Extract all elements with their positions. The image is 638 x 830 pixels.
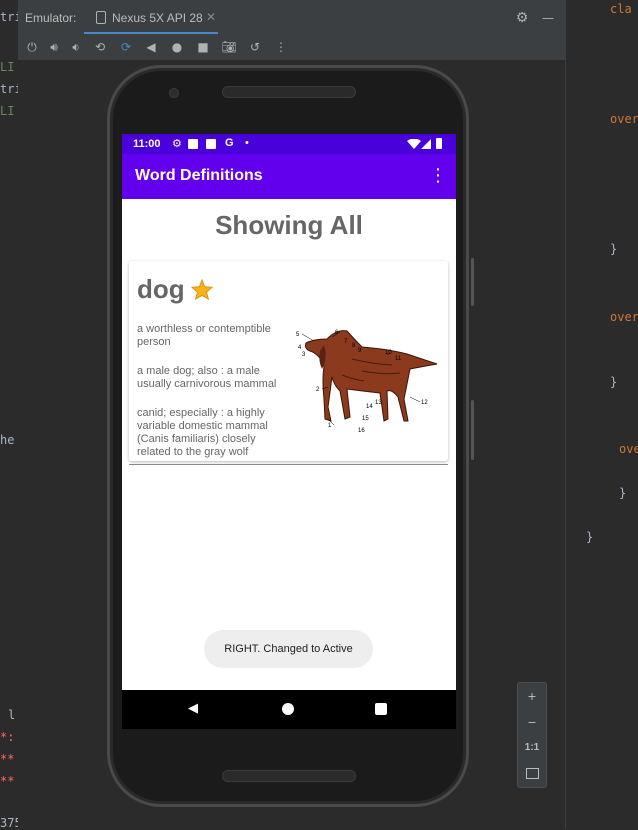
code-fragment: he (0, 433, 15, 447)
power-icon[interactable]: ⏻ (24, 39, 40, 55)
page-heading: Showing All (215, 210, 363, 240)
zoom-fit-icon[interactable] (518, 761, 546, 787)
device-screen[interactable]: 11:00 ⚙ G • Word Definitions ⋮ Showing A… (122, 134, 456, 729)
device-tab-label: Nexus 5X API 28 (112, 11, 203, 25)
image-label: 12 (421, 400, 428, 406)
gear-icon[interactable]: ⚙ (514, 10, 530, 26)
image-label: 15 (362, 416, 369, 422)
volume-down-icon[interactable]: 🔉︎ (68, 39, 84, 55)
code-fragment: over (610, 310, 638, 324)
zoom-out-button[interactable]: − (518, 709, 546, 735)
image-label: 5 (296, 332, 300, 338)
console-line: l (8, 708, 16, 722)
front-camera (169, 88, 179, 98)
code-fragment: } (610, 375, 618, 389)
code-fragment: LI (0, 104, 15, 118)
more-icon[interactable]: ⋮ (273, 39, 289, 55)
emulator-label: Emulator: (25, 11, 77, 25)
nav-home-icon[interactable] (282, 703, 294, 715)
minimize-icon[interactable]: — (540, 10, 556, 26)
code-fragment: } (610, 242, 618, 256)
code-fragment: over (610, 112, 638, 126)
nav-recents-icon[interactable] (375, 703, 387, 715)
zoom-actual-size-button[interactable]: 1:1 (518, 735, 546, 761)
battery-icon (436, 138, 442, 149)
console-line: ** (0, 774, 15, 788)
wifi-icon (407, 139, 421, 149)
definition-text: a male dog; also : a male usually carniv… (137, 365, 277, 390)
image-label: 13 (375, 400, 382, 406)
volume-up-icon[interactable]: 🔊︎ (46, 39, 62, 55)
code-editor-right: cla over } over } ove } } (565, 0, 638, 829)
app-title: Word Definitions (135, 167, 263, 184)
signal-icon (421, 139, 431, 149)
navigation-bar: ◀ (122, 690, 456, 729)
run-console: l *: ** ** 3750) (0, 672, 36, 830)
speaker-grille-bottom (222, 770, 356, 782)
rotate-right-icon[interactable]: ⟳ (118, 39, 134, 55)
zoom-controls: + − 1:1 (517, 682, 547, 788)
emulator-toolbar: ⏻ 🔊︎ 🔉︎ ⟲ ⟳ ◀ ● ■ 📷︎ ↺ ⋮ (18, 34, 565, 60)
image-label: 14 (366, 404, 373, 410)
status-bar: 11:00 ⚙ G • (122, 134, 456, 154)
console-line: ** (0, 752, 15, 766)
scroll-indicator (471, 258, 474, 306)
gear-icon: ⚙ (172, 138, 182, 150)
speaker-grille-top (222, 86, 356, 98)
rotate-left-icon[interactable]: ⟲ (92, 39, 108, 55)
app-bar: Word Definitions ⋮ (122, 154, 456, 199)
word-title: dog (137, 274, 185, 304)
dog-illustration: 5 6 7 8 9 4 3 10 11 2 12 13 14 15 1 16 (296, 330, 438, 434)
g-icon: G (225, 137, 234, 149)
device-tab[interactable]: Nexus 5X API 28 ✕ (84, 4, 218, 35)
dot-icon: • (245, 137, 249, 149)
image-label: 3 (302, 352, 306, 358)
definition-text: canid; especially : a highly variable do… (137, 407, 268, 458)
word-card[interactable]: dog a worthless or contemptible person a… (129, 261, 448, 461)
image-label: 11 (395, 356, 402, 362)
snapshot-icon[interactable]: ↺ (247, 39, 263, 55)
overview-icon[interactable]: ■ (195, 39, 211, 55)
image-label: 10 (385, 350, 392, 356)
definition-text: a worthless or contemptible person (137, 323, 271, 348)
nav-back-icon[interactable]: ◀ (188, 702, 202, 716)
phone-icon (96, 11, 106, 24)
code-fragment: cla (610, 2, 632, 16)
code-fragment: ove (619, 442, 638, 456)
camera-icon[interactable]: 📷︎ (221, 39, 237, 55)
image-label: 2 (316, 387, 320, 393)
code-fragment: LI (0, 60, 15, 74)
emulator-titlebar: Emulator: Nexus 5X API 28 ✕ ⚙ — (18, 0, 565, 35)
home-icon[interactable]: ● (169, 39, 185, 55)
image-label: 4 (298, 345, 302, 351)
image-label: 1 (328, 423, 332, 429)
code-fragment: } (619, 486, 627, 500)
close-icon[interactable]: ✕ (206, 10, 216, 24)
list-divider (129, 464, 448, 465)
console-line: *: (0, 730, 15, 744)
zoom-in-button[interactable]: + (518, 683, 546, 709)
image-label: 16 (358, 428, 365, 434)
scroll-indicator (471, 400, 474, 460)
status-time: 11:00 (133, 138, 161, 150)
code-fragment: } (586, 530, 594, 544)
a-icon (206, 139, 216, 149)
overflow-menu-icon[interactable]: ⋮ (428, 165, 448, 187)
toast-message: RIGHT. Changed to Active (204, 630, 373, 668)
star-icon[interactable] (191, 279, 213, 300)
calendar-icon (188, 139, 198, 149)
back-icon[interactable]: ◀ (143, 39, 159, 55)
